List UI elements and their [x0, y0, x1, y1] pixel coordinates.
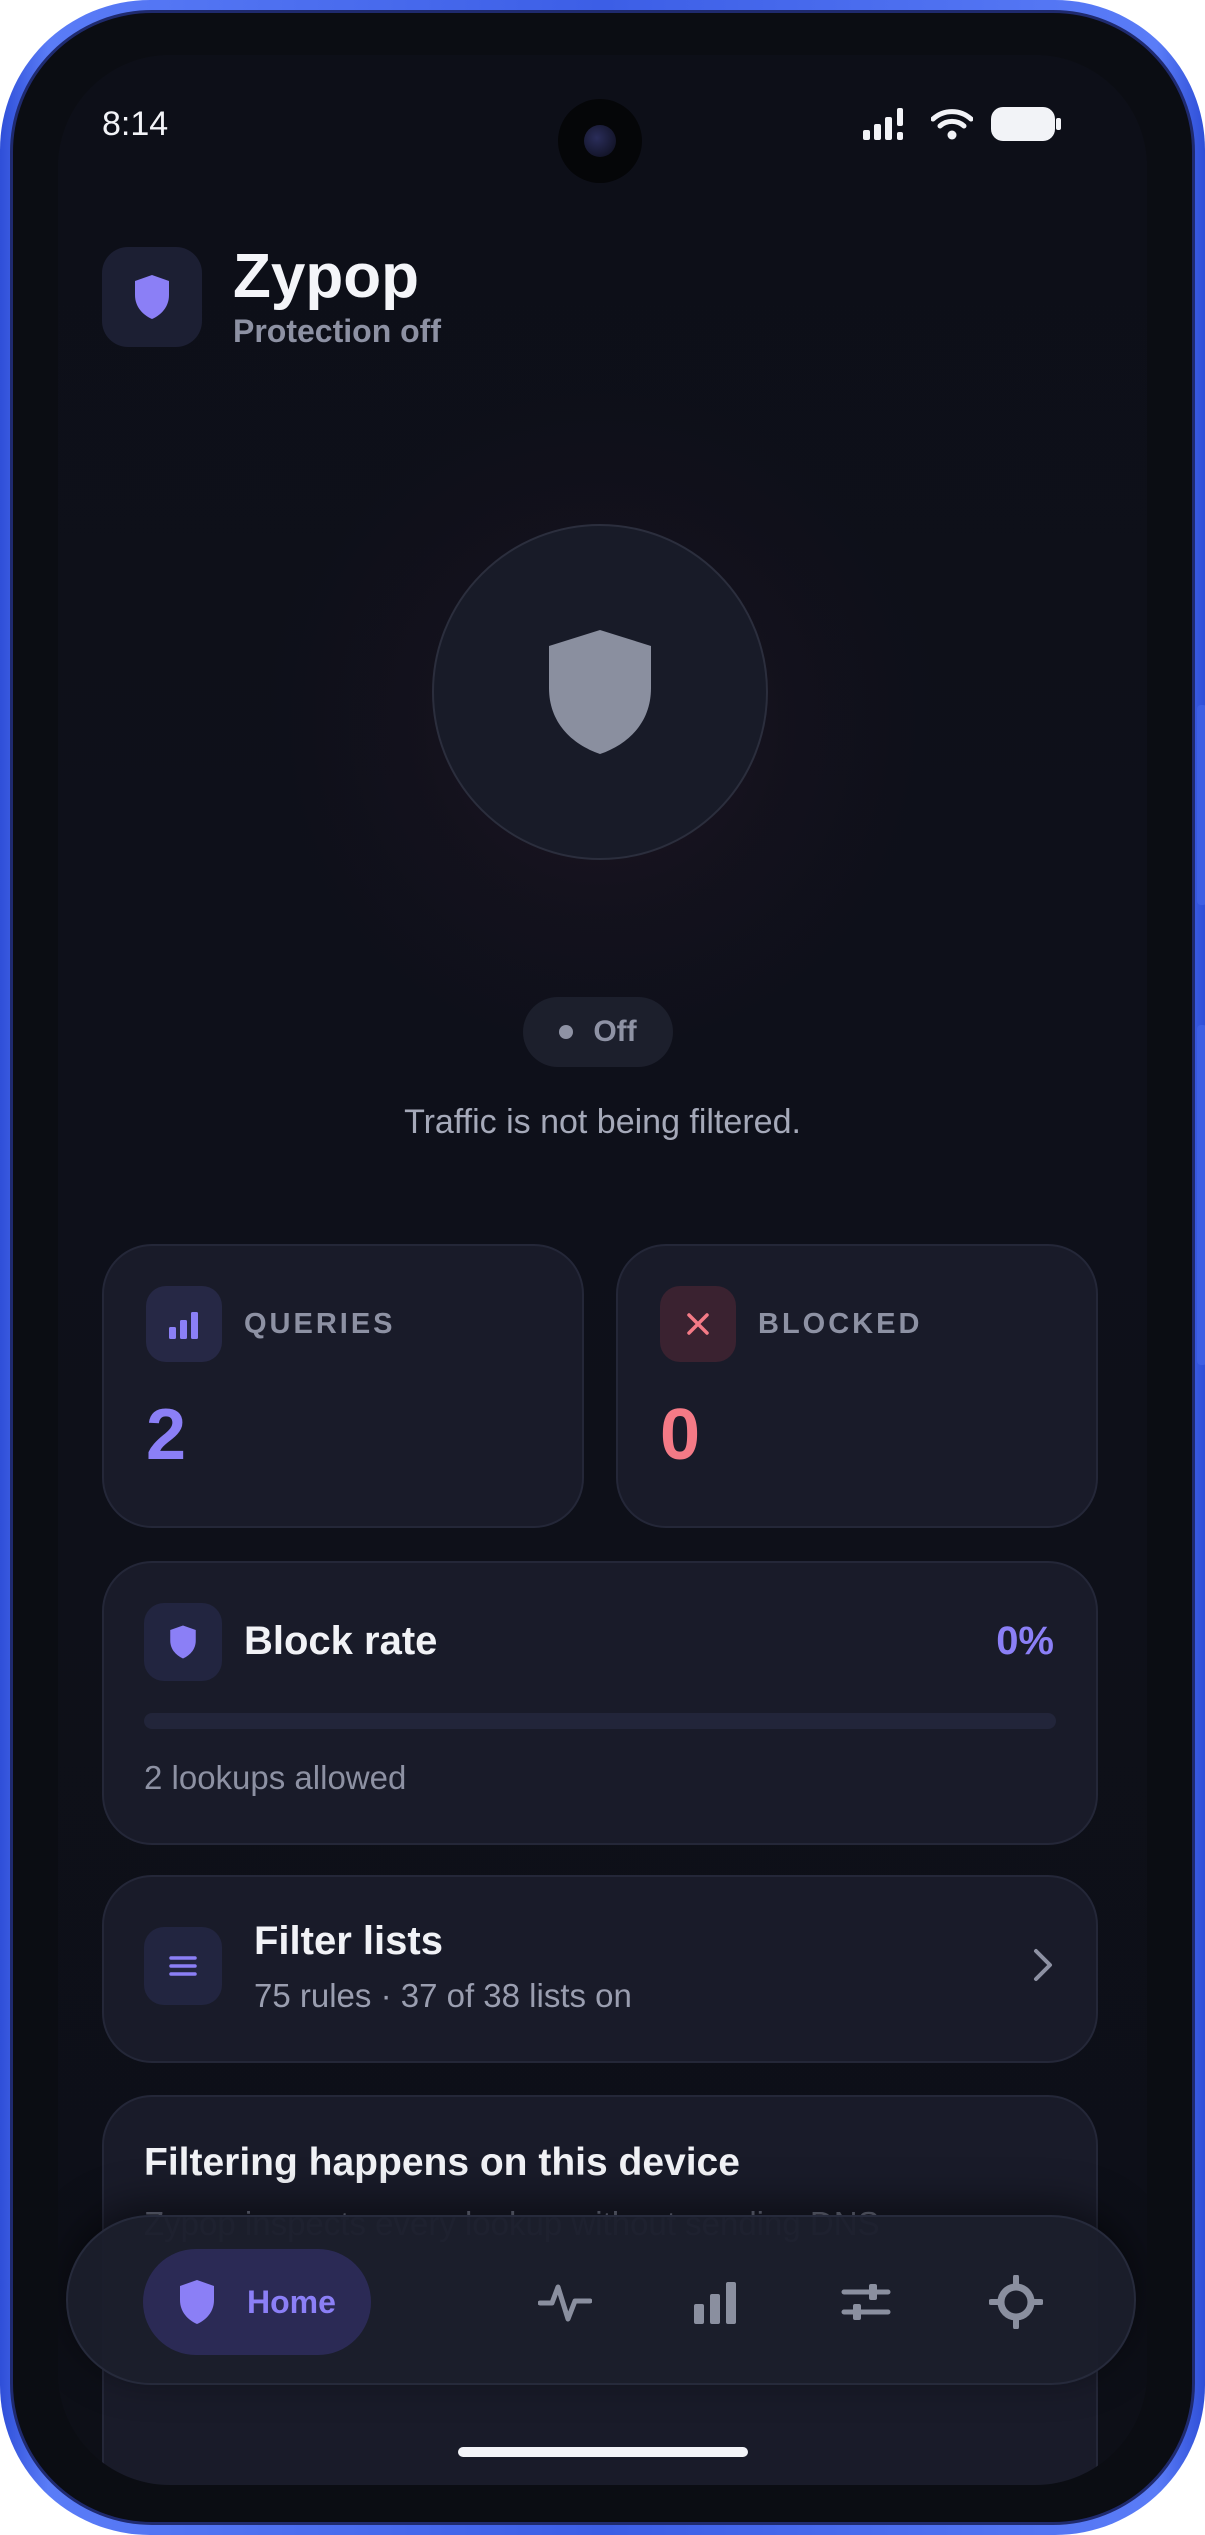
front-camera — [558, 99, 642, 183]
battery-icon — [991, 107, 1061, 141]
wifi-icon — [931, 109, 973, 140]
app-logo — [102, 247, 202, 347]
shield-icon — [549, 630, 651, 754]
block-rate-card[interactable]: Block rate 0% 2 lookups allowed — [102, 1561, 1098, 1845]
volume-up-button — [1197, 705, 1205, 905]
status-time: 8:14 — [102, 105, 169, 143]
filter-lists-row[interactable]: Filter lists 75 rules · 37 of 38 lists o… — [102, 1875, 1098, 2063]
queries-label: QUERIES — [244, 1308, 396, 1340]
bar-chart-icon — [694, 2282, 736, 2324]
shield-icon — [135, 275, 169, 319]
queries-value: 2 — [146, 1395, 187, 1475]
nav-stats[interactable] — [670, 2257, 760, 2347]
traffic-description: Traffic is not being filtered. — [404, 1103, 801, 1141]
close-icon — [660, 1286, 736, 1362]
nav-activity[interactable] — [520, 2257, 610, 2347]
protection-status: Protection off — [233, 313, 441, 349]
nav-settings[interactable] — [971, 2257, 1061, 2347]
home-indicator[interactable] — [458, 2447, 748, 2457]
nav-home[interactable]: Home — [143, 2249, 371, 2355]
blocked-value: 0 — [660, 1395, 701, 1475]
screen: 8:14 Zypop Protection off Off Traffic is… — [58, 55, 1147, 2485]
sliders-icon — [841, 2284, 891, 2320]
list-icon — [144, 1927, 222, 2005]
block-rate-progress — [144, 1713, 1056, 1729]
on-device-title: Filtering happens on this device — [144, 2141, 740, 2184]
shield-icon — [180, 2280, 214, 2324]
status-pill-label: Off — [593, 1015, 637, 1048]
bottom-nav: Home — [66, 2215, 1136, 2385]
protection-toggle[interactable] — [432, 524, 768, 860]
status-icons — [863, 107, 1061, 141]
app-title: Zypop — [233, 242, 419, 311]
status-pill: Off — [523, 997, 673, 1067]
signal-icon — [863, 108, 903, 140]
shield-icon — [144, 1603, 222, 1681]
block-rate-percent: 0% — [996, 1619, 1054, 1663]
nav-filters[interactable] — [821, 2257, 911, 2347]
power-button — [1197, 1025, 1205, 1365]
filter-lists-subtitle: 75 rules · 37 of 38 lists on — [254, 1977, 632, 2014]
settings-icon — [989, 2275, 1043, 2329]
queries-card[interactable]: QUERIES 2 — [102, 1244, 584, 1528]
block-rate-title: Block rate — [244, 1619, 438, 1663]
status-dot — [559, 1025, 574, 1039]
nav-home-label: Home — [247, 2283, 336, 2320]
block-rate-subtitle: 2 lookups allowed — [144, 1759, 407, 1796]
chevron-right-icon — [1034, 1949, 1052, 1981]
blocked-card[interactable]: BLOCKED 0 — [616, 1244, 1098, 1528]
filter-lists-title: Filter lists — [254, 1919, 443, 1963]
blocked-label: BLOCKED — [758, 1308, 923, 1340]
bar-chart-icon — [146, 1286, 222, 1362]
activity-icon — [538, 2284, 592, 2322]
